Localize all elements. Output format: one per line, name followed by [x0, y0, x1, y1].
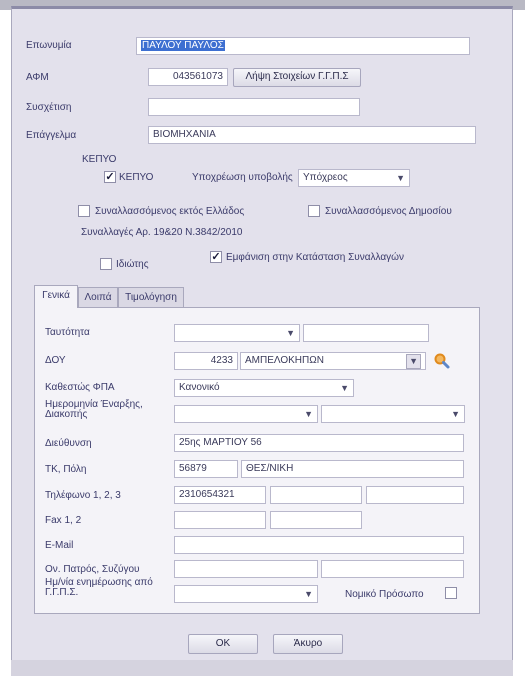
public-label: Συναλλασσόμενος Δημοσίου — [325, 206, 452, 217]
chevron-down-icon: ▼ — [340, 383, 349, 393]
individual-label: Ιδιώτης — [116, 259, 149, 270]
spouse-name-input[interactable] — [321, 560, 464, 578]
chevron-down-icon: ▼ — [304, 409, 313, 419]
update-date-select[interactable]: ▼ — [174, 585, 318, 603]
afm-label: ΑΦΜ — [26, 72, 49, 83]
ok-button[interactable]: ΟΚ — [188, 634, 258, 654]
phone1-input[interactable]: 2310654321 — [174, 486, 266, 504]
chevron-down-icon: ▼ — [451, 409, 460, 419]
chevron-down-icon: ▼ — [396, 173, 405, 183]
legal-entity-label: Νομικό Πρόσωπο — [345, 589, 424, 600]
father-spouse-label: Ον. Πατρός, Συζύγου — [45, 564, 140, 575]
father-name-input[interactable] — [174, 560, 318, 578]
doy-code-input[interactable]: 4233 — [174, 352, 238, 370]
address-input[interactable]: 25ης ΜΑΡΤΙΟΥ 56 — [174, 434, 464, 452]
profession-input[interactable]: ΒΙΟΜΗΧΑΝΙΑ — [148, 126, 476, 144]
abroad-label: Συναλλασσόμενος εκτός Ελλάδος — [95, 206, 245, 217]
phone2-input[interactable] — [270, 486, 362, 504]
stop-date-select[interactable]: ▼ — [321, 405, 465, 423]
kepyo-checkbox[interactable]: ✓ — [104, 171, 116, 183]
update-date-label: Ημ/νία ενημέρωσης από Γ.Γ.Π.Σ. — [45, 577, 153, 598]
vat-label: Καθεστώς ΦΠΑ — [45, 382, 115, 393]
dates-label: Ημερομηνία Έναρξης, Διακοπής — [45, 399, 143, 420]
tab-general[interactable]: Γενικά — [34, 285, 78, 308]
general-panel: Ταυτότητα ▼ ΔΟΥ 4233 ΑΜΠΕΛΟΚΗΠΩΝ ▼ Καθεσ… — [34, 307, 480, 614]
zip-city-label: ΤΚ, Πόλη — [45, 464, 87, 475]
fax2-input[interactable] — [270, 511, 362, 529]
public-checkbox[interactable] — [308, 205, 320, 217]
city-input[interactable]: ΘΕΣ/ΝΙΚΗ — [241, 460, 464, 478]
kepyo-checkbox-label: ΚΕΠΥΟ — [119, 172, 154, 183]
afm-input[interactable]: 043561073 — [148, 68, 228, 86]
checkmark-icon: ✓ — [105, 171, 115, 183]
relation-label: Συσχέτιση — [26, 102, 72, 113]
obligation-select-value: Υπόχρεος — [303, 172, 348, 183]
zip-input[interactable]: 56879 — [174, 460, 238, 478]
kepyo-group-label: ΚΕΠΥΟ — [82, 154, 117, 165]
identity-input[interactable] — [303, 324, 429, 342]
email-input[interactable] — [174, 536, 464, 554]
tab-invoicing[interactable]: Τιμολόγηση — [118, 287, 184, 307]
start-date-select[interactable]: ▼ — [174, 405, 318, 423]
relation-input[interactable] — [148, 98, 360, 116]
legal-entity-checkbox[interactable] — [445, 587, 457, 599]
cancel-button[interactable]: Άκυρο — [273, 634, 343, 654]
checkmark-icon: ✓ — [211, 251, 221, 263]
identity-label: Ταυτότητα — [45, 327, 90, 338]
fax1-input[interactable] — [174, 511, 266, 529]
vat-select-value: Κανονικό — [179, 382, 220, 393]
show-in-report-checkbox[interactable]: ✓ — [210, 251, 222, 263]
chevron-down-icon: ▼ — [304, 589, 313, 599]
chevron-down-icon: ▼ — [286, 328, 295, 338]
customer-dialog: Επωνυμία ΠΑΥΛΟΥ ΠΑΥΛΟΣ ΑΦΜ 043561073 Λήψ… — [11, 6, 513, 676]
email-label: E-Mail — [45, 540, 74, 551]
vat-select[interactable]: Κανονικό ▼ — [174, 379, 354, 397]
name-input[interactable]: ΠΑΥΛΟΥ ΠΑΥΛΟΣ — [136, 37, 470, 55]
doy-label: ΔΟΥ — [45, 355, 66, 366]
name-input-value: ΠΑΥΛΟΥ ΠΑΥΛΟΣ — [141, 40, 225, 51]
profession-label: Επάγγελμα — [26, 130, 77, 141]
name-label: Επωνυμία — [26, 40, 72, 51]
obligation-select[interactable]: Υπόχρεος ▼ — [298, 169, 410, 187]
show-in-report-label: Εμφάνιση στην Κατάσταση Συναλλαγών — [226, 252, 404, 263]
obligation-label: Υποχρέωση υποβολής — [192, 172, 293, 183]
phone3-input[interactable] — [366, 486, 464, 504]
abroad-checkbox[interactable] — [78, 205, 90, 217]
chevron-down-icon: ▼ — [406, 354, 421, 369]
fetch-gsis-button[interactable]: Λήψη Στοιχείων Γ.Γ.Π.Σ — [233, 68, 361, 87]
identity-type-select[interactable]: ▼ — [174, 324, 300, 342]
doy-select-value: ΑΜΠΕΛΟΚΗΠΩΝ — [245, 355, 324, 366]
address-label: Διεύθυνση — [45, 438, 92, 449]
tab-other[interactable]: Λοιπά — [78, 287, 118, 307]
magnifier-icon[interactable] — [433, 352, 451, 370]
individual-checkbox[interactable] — [100, 258, 112, 270]
fax-label: Fax 1, 2 — [45, 515, 82, 526]
window-bottom-bar — [11, 660, 513, 676]
doy-select[interactable]: ΑΜΠΕΛΟΚΗΠΩΝ ▼ — [240, 352, 426, 370]
law-text: Συναλλαγές Αρ. 19&20 Ν.3842/2010 — [81, 227, 243, 238]
phone-label: Τηλέφωνο 1, 2, 3 — [45, 490, 121, 501]
